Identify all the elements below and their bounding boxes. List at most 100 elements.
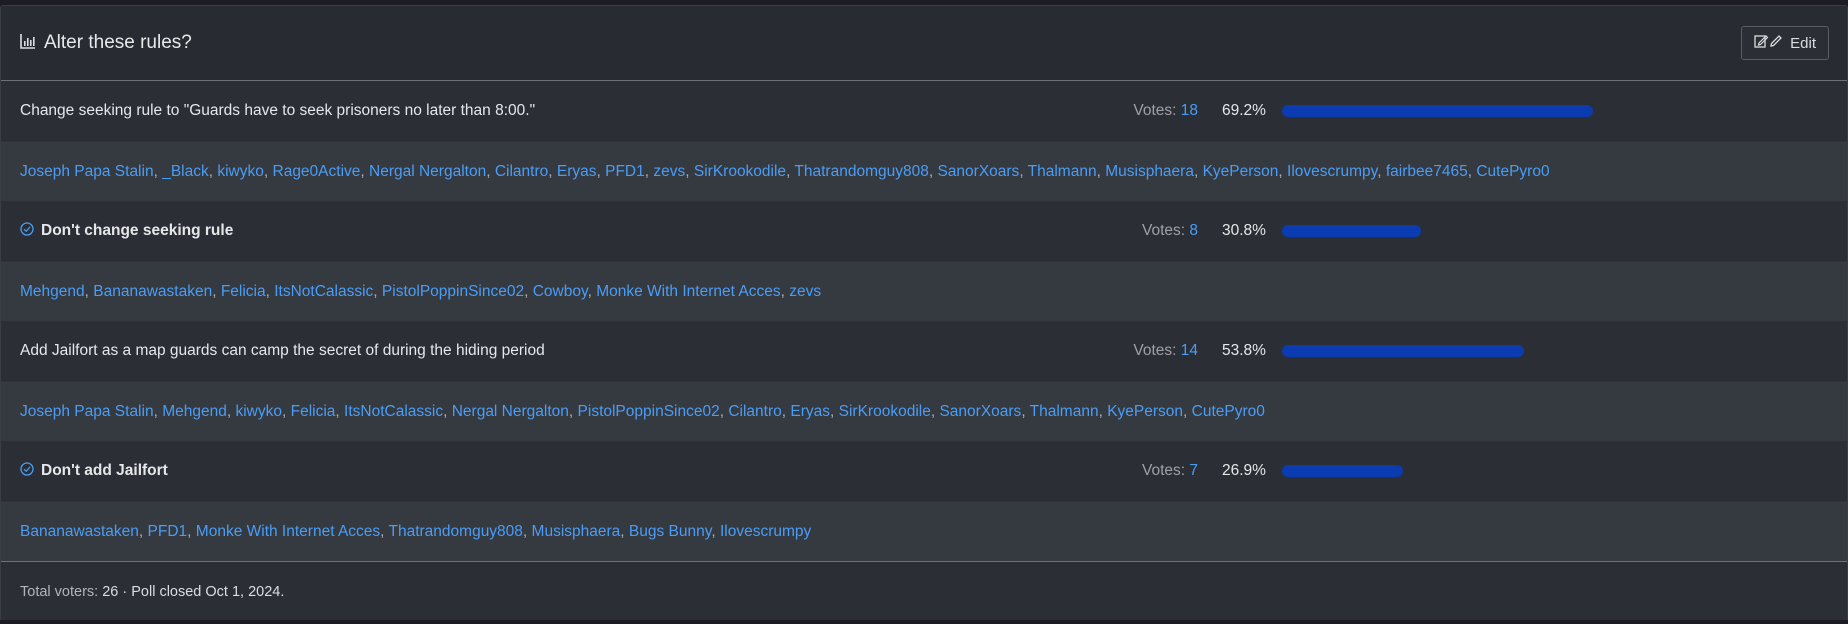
check-circle-icon	[20, 221, 34, 241]
voter-list: Joseph Papa Stalin, Mehgend, kiwyko, Fel…	[20, 402, 1265, 420]
voter-link[interactable]: Monke With Internet Acces	[196, 523, 380, 540]
voter-list: Mehgend, Bananawastaken, Felicia, ItsNot…	[20, 282, 822, 300]
poll-option-row: Add Jailfort as a map guards can camp th…	[1, 321, 1847, 381]
voter-list: Bananawastaken, PFD1, Monke With Interne…	[20, 522, 812, 540]
voter-link[interactable]: Felicia	[291, 403, 336, 420]
voter-link[interactable]: zevs	[653, 163, 685, 180]
poll-header: Alter these rules? Edit	[1, 6, 1847, 81]
voter-link[interactable]: KyePerson	[1107, 403, 1183, 420]
voter-link[interactable]: Cilantro	[495, 163, 548, 180]
voter-link[interactable]: zevs	[789, 283, 821, 300]
voter-link[interactable]: Felicia	[221, 283, 266, 300]
votes-number-link[interactable]: 18	[1181, 102, 1198, 119]
voter-link[interactable]: fairbee7465	[1386, 163, 1468, 180]
vote-bar-fill	[1282, 225, 1421, 237]
voter-link[interactable]: PFD1	[605, 163, 645, 180]
poll-option-row: Don't add Jailfort Votes: 7 26.9%	[1, 441, 1847, 501]
voter-link[interactable]: Eryas	[790, 403, 830, 420]
vote-bar-fill	[1282, 105, 1594, 117]
poll-block: Alter these rules? Edit Change seeking r…	[0, 5, 1848, 624]
voter-link[interactable]: Thalmann	[1028, 163, 1097, 180]
voter-link[interactable]: Nergal Nergalton	[369, 163, 486, 180]
voter-link[interactable]: Thalmann	[1030, 403, 1099, 420]
voter-link[interactable]: Joseph Papa Stalin	[20, 163, 154, 180]
voter-link[interactable]: ItsNotCalassic	[274, 283, 373, 300]
vote-bar-fill	[1282, 465, 1404, 477]
poll-title: Alter these rules?	[44, 32, 192, 53]
votes-label: Votes:	[1133, 342, 1177, 359]
voter-link[interactable]: Mehgend	[162, 403, 227, 420]
voter-link[interactable]: Rage0Active	[273, 163, 361, 180]
bar-chart-icon	[20, 33, 36, 54]
voter-link[interactable]: kiwyko	[235, 403, 282, 420]
poll-option-text: Change seeking rule to "Guards have to s…	[20, 102, 536, 119]
voter-link[interactable]: SirKrookodile	[839, 403, 931, 420]
voter-link[interactable]: Eryas	[557, 163, 597, 180]
voter-link[interactable]: _Black	[162, 163, 209, 180]
votes-count: Votes: 14	[1048, 342, 1198, 360]
voter-link[interactable]: Cowboy	[533, 283, 588, 300]
votes-number-link[interactable]: 8	[1189, 222, 1198, 239]
voter-link[interactable]: Musisphaera	[1105, 163, 1194, 180]
edit-icon	[1754, 34, 1784, 52]
vote-bar-track	[1282, 345, 1650, 357]
voter-link[interactable]: Thatrandomguy808	[389, 523, 523, 540]
votes-number-link[interactable]: 14	[1181, 342, 1198, 359]
voter-link[interactable]: Cilantro	[728, 403, 781, 420]
voter-list-row: Joseph Papa Stalin, Mehgend, kiwyko, Fel…	[1, 381, 1847, 441]
poll-option-label: Add Jailfort as a map guards can camp th…	[20, 342, 1048, 360]
votes-number-link[interactable]: 7	[1189, 462, 1198, 479]
voter-link[interactable]: Thatrandomguy808	[794, 163, 928, 180]
voter-link[interactable]: KyePerson	[1203, 163, 1279, 180]
votes-label: Votes:	[1133, 102, 1177, 119]
voter-link[interactable]: Ilovescrumpy	[720, 523, 811, 540]
voter-link[interactable]: Bananawastaken	[93, 283, 212, 300]
total-voters-count: 26	[102, 583, 119, 600]
votes-label: Votes:	[1141, 222, 1186, 239]
voter-link[interactable]: Mehgend	[20, 283, 85, 300]
vote-percent: 26.9%	[1222, 462, 1266, 479]
voter-link[interactable]: Monke With Internet Acces	[596, 283, 780, 300]
voter-link[interactable]: Musisphaera	[532, 523, 621, 540]
vote-bar-track	[1282, 465, 1650, 477]
vote-percent: 53.8%	[1222, 342, 1266, 359]
voter-link[interactable]: SirKrookodile	[694, 163, 786, 180]
voter-link[interactable]: Joseph Papa Stalin	[20, 403, 154, 420]
vote-percent: 69.2%	[1222, 102, 1266, 119]
voter-link[interactable]: CutePyro0	[1476, 163, 1549, 180]
edit-label: Edit	[1790, 34, 1816, 52]
edit-button[interactable]: Edit	[1741, 26, 1829, 60]
poll-option-label: Don't change seeking rule	[20, 221, 1048, 241]
poll-option-text: Don't add Jailfort	[41, 462, 168, 479]
check-circle-icon	[20, 461, 34, 481]
poll-footer: Total voters: 26 · Poll closed Oct 1, 20…	[1, 561, 1847, 621]
total-voters-label: Total voters:	[20, 583, 99, 600]
voter-link[interactable]: SanorXoars	[937, 163, 1019, 180]
voter-link[interactable]: Ilovescrumpy	[1287, 163, 1377, 180]
poll-option-text: Add Jailfort as a map guards can camp th…	[20, 342, 545, 359]
voter-link[interactable]: CutePyro0	[1192, 403, 1265, 420]
voter-link[interactable]: Nergal Nergalton	[452, 403, 569, 420]
voter-link[interactable]: SanorXoars	[939, 403, 1021, 420]
page-bottom-strip	[0, 620, 1848, 624]
vote-percent: 30.8%	[1222, 222, 1266, 239]
voter-link[interactable]: Bananawastaken	[20, 523, 139, 540]
voter-link[interactable]: Bugs Bunny	[629, 523, 711, 540]
poll-option-row: Change seeking rule to "Guards have to s…	[1, 81, 1847, 141]
poll-option-label: Change seeking rule to "Guards have to s…	[20, 102, 1048, 120]
voter-list-row: Bananawastaken, PFD1, Monke With Interne…	[1, 501, 1847, 561]
voter-list: Joseph Papa Stalin, _Black, kiwyko, Rage…	[20, 162, 1550, 180]
voter-link[interactable]: PistolPoppinSince02	[382, 283, 524, 300]
vote-bar-track	[1282, 225, 1650, 237]
voter-link[interactable]: ItsNotCalassic	[344, 403, 443, 420]
poll-title-wrap: Alter these rules?	[20, 32, 192, 54]
poll-option-row: Don't change seeking rule Votes: 8 30.8%	[1, 201, 1847, 261]
voter-link[interactable]: kiwyko	[217, 163, 264, 180]
votes-label: Votes:	[1141, 462, 1186, 479]
voter-link[interactable]: PFD1	[148, 523, 188, 540]
vote-bar-track	[1282, 105, 1650, 117]
poll-options: Change seeking rule to "Guards have to s…	[1, 81, 1847, 561]
voter-link[interactable]: PistolPoppinSince02	[578, 403, 720, 420]
poll-option-label: Don't add Jailfort	[20, 461, 1048, 481]
vote-bar-fill	[1282, 345, 1525, 357]
